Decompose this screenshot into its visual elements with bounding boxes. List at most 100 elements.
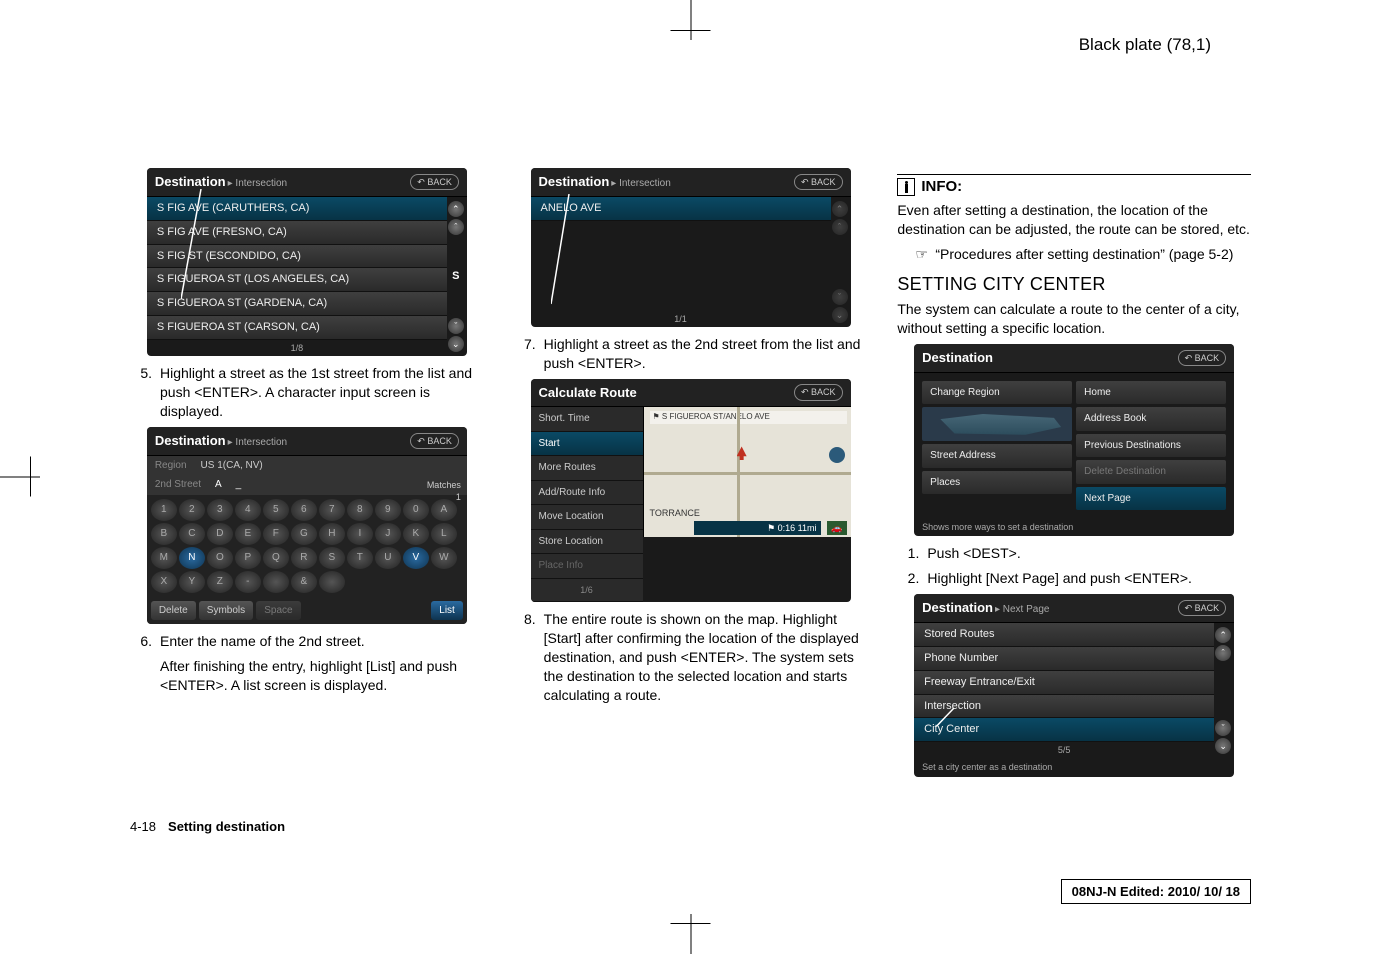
menu-change-region[interactable]: Change Region xyxy=(922,381,1072,405)
menu-places[interactable]: Places xyxy=(922,471,1072,495)
list-button[interactable]: List xyxy=(431,601,463,621)
key[interactable]: & xyxy=(291,571,317,593)
map-preview[interactable]: ⚑ S FIGUEROA ST/ANELO AVE TORRANCE 🚗 ⚑ 0… xyxy=(643,407,851,537)
symbols-button[interactable]: Symbols xyxy=(199,601,253,621)
key[interactable]: T xyxy=(347,547,373,569)
key[interactable] xyxy=(263,571,289,593)
nav-title: Calculate Route xyxy=(539,384,637,402)
key[interactable]: - xyxy=(235,571,261,593)
key[interactable]: B xyxy=(151,523,177,545)
space-button[interactable]: Space xyxy=(256,601,300,621)
key[interactable]: Z xyxy=(207,571,233,593)
menu-item[interactable]: Move Location xyxy=(531,505,643,530)
key[interactable]: F xyxy=(263,523,289,545)
scroll-up-icon[interactable]: ⌃ xyxy=(832,201,848,217)
back-button[interactable]: BACK xyxy=(1178,350,1227,366)
key[interactable]: C xyxy=(179,523,205,545)
key[interactable]: R xyxy=(291,547,317,569)
scroll-bottom-icon[interactable]: ⌄ xyxy=(1215,738,1231,754)
back-button[interactable]: BACK xyxy=(1178,600,1227,616)
scroll-down-icon[interactable]: ˇ xyxy=(832,289,848,305)
menu-delete-destination[interactable]: Delete Destination xyxy=(1076,460,1226,484)
street-input-bar[interactable]: 2nd Street A_ xyxy=(147,475,467,495)
scroll-down-icon[interactable]: ˇ xyxy=(448,318,464,334)
hint-bar: Shows more ways to set a destination xyxy=(914,518,1234,536)
key[interactable]: 2 xyxy=(179,499,205,521)
key[interactable]: X xyxy=(151,571,177,593)
page-footer: 4-18Setting destination xyxy=(130,819,285,834)
delete-button[interactable]: Delete xyxy=(151,601,196,621)
scroll-bottom-icon[interactable]: ⌄ xyxy=(448,336,464,352)
crop-mark-top xyxy=(690,0,691,40)
main-content: Destination▸ Intersection BACK S FIG AVE… xyxy=(130,168,1251,785)
column-1: Destination▸ Intersection BACK S FIG AVE… xyxy=(130,168,484,785)
key[interactable]: L xyxy=(431,523,457,545)
step-1: 1.Push <DEST>. xyxy=(927,544,1251,563)
key[interactable]: J xyxy=(375,523,401,545)
menu-item[interactable]: Store Location xyxy=(531,530,643,555)
back-button[interactable]: BACK xyxy=(794,384,843,400)
scroll-bar[interactable]: ⌃ ˆ ˇ ⌄ xyxy=(832,201,848,323)
page-indicator: 1/8 xyxy=(147,340,447,356)
scroll-up2-icon[interactable]: ˆ xyxy=(1215,645,1231,661)
key[interactable]: V xyxy=(403,547,429,569)
nav-title: Destination▸ Intersection xyxy=(539,173,671,191)
menu-item[interactable]: Add/Route Info xyxy=(531,481,643,506)
menu-item-start[interactable]: Start xyxy=(531,432,643,457)
scroll-bottom-icon[interactable]: ⌄ xyxy=(832,307,848,323)
menu-item[interactable]: Short. Time xyxy=(531,407,643,432)
scroll-up-icon[interactable]: ⌃ xyxy=(1215,627,1231,643)
crop-mark-left xyxy=(0,477,40,478)
key[interactable]: M xyxy=(151,547,177,569)
key[interactable]: S xyxy=(319,547,345,569)
on-screen-keyboard[interactable]: 1234567890 ABCDEFGHIJ KLMNOPQRST UVWXYZ-… xyxy=(147,495,467,597)
nav-screenshot-street-list: Destination▸ Intersection BACK S FIG AVE… xyxy=(147,168,467,356)
scroll-down-icon[interactable]: ˇ xyxy=(1215,720,1231,736)
back-button[interactable]: BACK xyxy=(410,174,459,190)
key[interactable]: W xyxy=(431,547,457,569)
key[interactable]: 3 xyxy=(207,499,233,521)
menu-home[interactable]: Home xyxy=(1076,381,1226,405)
back-button[interactable]: BACK xyxy=(794,174,843,190)
scroll-bar[interactable]: ⌃ ˆ ˇ ⌄ xyxy=(1215,627,1231,754)
key[interactable] xyxy=(319,571,345,593)
key[interactable]: Q xyxy=(263,547,289,569)
key[interactable]: O xyxy=(207,547,233,569)
key[interactable]: 8 xyxy=(347,499,373,521)
list-item[interactable]: S FIGUEROA ST (CARSON, CA) xyxy=(147,316,447,340)
menu-item[interactable]: More Routes xyxy=(531,456,643,481)
key[interactable]: G xyxy=(291,523,317,545)
menu-next-page[interactable]: Next Page xyxy=(1076,487,1226,511)
key[interactable]: P xyxy=(235,547,261,569)
key[interactable]: 7 xyxy=(319,499,345,521)
region-map-thumb xyxy=(922,407,1072,441)
key[interactable]: 6 xyxy=(291,499,317,521)
map-hint: ⚑ S FIGUEROA ST/ANELO AVE xyxy=(650,411,847,424)
menu-previous-destinations[interactable]: Previous Destinations xyxy=(1076,434,1226,458)
step-6: 6.Enter the name of the 2nd street. xyxy=(160,632,484,651)
key-selected[interactable]: N xyxy=(179,547,205,569)
key[interactable]: E xyxy=(235,523,261,545)
cross-reference: ☞“Procedures after setting destination” … xyxy=(915,245,1251,264)
key[interactable]: 0 xyxy=(403,499,429,521)
key[interactable]: Y xyxy=(179,571,205,593)
key[interactable]: D xyxy=(207,523,233,545)
nav-screenshot-destination-menu: Destination BACK Change Region Street Ad… xyxy=(914,344,1234,536)
key[interactable]: I xyxy=(347,523,373,545)
key[interactable]: H xyxy=(319,523,345,545)
menu-item[interactable]: Place Info xyxy=(531,554,643,579)
key[interactable]: 1 xyxy=(151,499,177,521)
xref-icon: ☞ xyxy=(915,245,935,264)
key[interactable]: 9 xyxy=(375,499,401,521)
step-8: 8.The entire route is shown on the map. … xyxy=(544,610,868,704)
matches-count: Matches1 xyxy=(427,479,461,503)
scroll-up2-icon[interactable]: ˆ xyxy=(832,219,848,235)
callout-line-svg xyxy=(932,616,962,726)
key[interactable]: 5 xyxy=(263,499,289,521)
key[interactable]: K xyxy=(403,523,429,545)
key[interactable]: 4 xyxy=(235,499,261,521)
key[interactable]: U xyxy=(375,547,401,569)
menu-street-address[interactable]: Street Address xyxy=(922,444,1072,468)
menu-address-book[interactable]: Address Book xyxy=(1076,407,1226,431)
back-button[interactable]: BACK xyxy=(410,433,459,449)
